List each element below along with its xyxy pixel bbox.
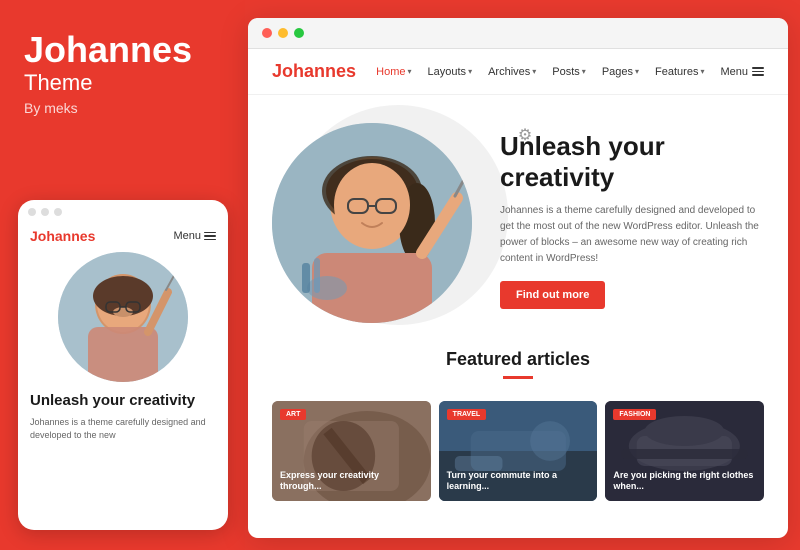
nav-link-pages[interactable]: Pages ▾ [602, 66, 639, 78]
brand-title: Johannes [24, 30, 221, 70]
nav-menu[interactable]: Menu [720, 66, 764, 78]
mobile-browser-bar [18, 200, 228, 224]
article-card-fashion[interactable]: Fashion Are you picking the right clothe… [605, 401, 764, 501]
browser-mockup: Johannes Home ▾ Layouts ▾ Archives ▾ Pos… [248, 18, 788, 538]
article-title-fashion: Are you picking the right clothes when..… [613, 470, 756, 493]
browser-dot-red [262, 28, 272, 38]
hero-text-block: Unleash your creativity Johannes is a th… [472, 131, 764, 309]
site-nav: Johannes Home ▾ Layouts ▾ Archives ▾ Pos… [248, 49, 788, 95]
mobile-dot-2 [41, 208, 49, 216]
brand-by: By meks [24, 100, 221, 116]
featured-title: Featured articles [272, 349, 764, 370]
featured-section: Featured articles [248, 335, 788, 401]
mobile-hero-image [58, 252, 188, 382]
nav-link-archives[interactable]: Archives ▾ [488, 66, 536, 78]
left-panel: Johannes Theme By meks Johannes Menu [0, 0, 245, 550]
mobile-hero-text: Johannes is a theme carefully designed a… [30, 416, 216, 441]
hero-title: Unleash your creativity [500, 131, 764, 193]
articles-row: Art Express your creativity through... T… [248, 401, 788, 501]
article-badge-travel: Travel [447, 409, 486, 420]
brand-block: Johannes Theme By meks [24, 30, 221, 116]
hero-description: Johannes is a theme carefully designed a… [500, 203, 764, 267]
article-title-travel: Turn your commute into a learning... [447, 470, 590, 493]
mobile-nav: Johannes Menu [18, 224, 228, 252]
article-badge-fashion: Fashion [613, 409, 656, 420]
site-nav-links: Home ▾ Layouts ▾ Archives ▾ Posts ▾ Page… [376, 66, 764, 78]
nav-link-features[interactable]: Features ▾ [655, 66, 704, 78]
hero-cta-button[interactable]: Find out more [500, 281, 605, 309]
mobile-dot-1 [28, 208, 36, 216]
mobile-nav-menu[interactable]: Menu [173, 230, 216, 242]
nav-link-layouts[interactable]: Layouts ▾ [428, 66, 473, 78]
mobile-dot-3 [54, 208, 62, 216]
article-card-art[interactable]: Art Express your creativity through... [272, 401, 431, 501]
browser-dot-yellow [278, 28, 288, 38]
hero-image [272, 123, 472, 323]
nav-link-home[interactable]: Home ▾ [376, 66, 411, 78]
featured-underline [503, 376, 533, 379]
nav-link-posts[interactable]: Posts ▾ [552, 66, 586, 78]
browser-chrome-bar [248, 18, 788, 49]
mobile-content: Unleash your creativity Johannes is a th… [18, 392, 228, 451]
nav-hamburger-icon [752, 67, 764, 76]
article-title-art: Express your creativity through... [280, 470, 423, 493]
article-badge-art: Art [280, 409, 306, 420]
browser-dot-green [294, 28, 304, 38]
brand-theme: Theme [24, 70, 221, 96]
mobile-hero-title: Unleash your creativity [30, 392, 216, 410]
mobile-nav-brand: Johannes [30, 228, 95, 244]
hamburger-icon [204, 232, 216, 241]
article-card-travel[interactable]: Travel Turn your commute into a learning… [439, 401, 598, 501]
mobile-mockup: Johannes Menu [18, 200, 228, 530]
site-nav-brand[interactable]: Johannes [272, 61, 356, 82]
hero-section: Unleash your creativity Johannes is a th… [248, 95, 788, 335]
